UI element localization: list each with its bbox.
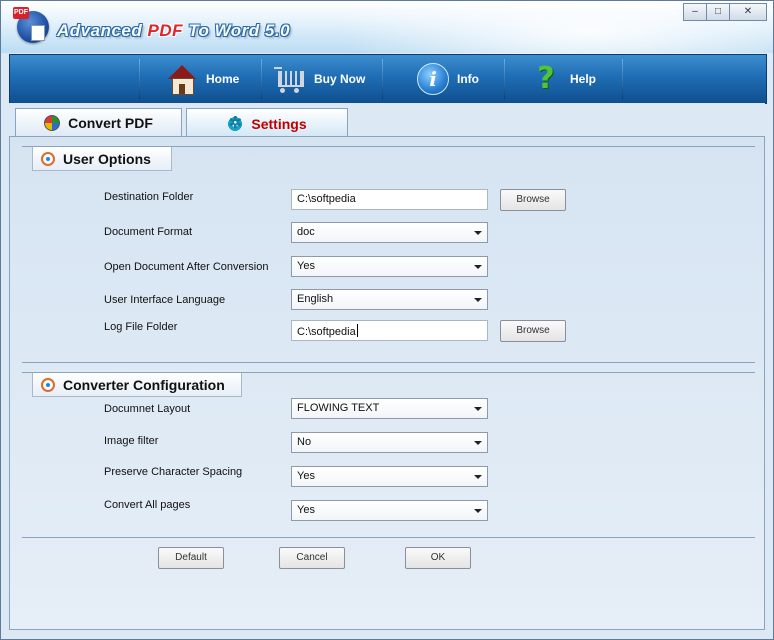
home-icon: [166, 63, 198, 95]
minimize-button[interactable]: –: [683, 3, 707, 21]
document-format-label: Document Format: [104, 226, 193, 238]
log-folder-value: C:\softpedia: [297, 326, 356, 338]
document-icon: [31, 25, 45, 41]
cart-wheel: [280, 88, 285, 93]
tab-convert-pdf-label: Convert PDF: [68, 115, 153, 131]
close-button[interactable]: ✕: [729, 3, 767, 21]
image-filter-select[interactable]: No: [291, 432, 488, 453]
toolbar-info-label: Info: [457, 72, 479, 86]
app-logo-icon: PDF: [13, 7, 49, 43]
all-pages-label: Convert All pages: [104, 499, 191, 511]
default-button[interactable]: Default: [158, 547, 224, 569]
document-format-value: doc: [297, 226, 315, 238]
toolbar-separator: [382, 59, 383, 99]
toolbar-separator: [261, 59, 262, 99]
ui-language-value: English: [297, 293, 334, 305]
tab-settings-label: Settings: [251, 115, 307, 132]
open-after-label: Open Document After Conversion: [104, 261, 269, 273]
user-options-header: User Options: [32, 147, 172, 171]
char-spacing-value: Yes: [297, 470, 315, 482]
document-layout-value: FLOWING TEXT: [297, 402, 380, 414]
log-browse-button[interactable]: Browse: [500, 320, 566, 342]
toolbar-home-button[interactable]: Home: [166, 55, 239, 103]
home-icon-roof: [168, 65, 196, 79]
settings-icon: ✲: [227, 114, 244, 132]
ui-language-select[interactable]: English: [291, 289, 488, 310]
title-prefix: Advanced: [57, 21, 148, 40]
chevron-down-icon: [474, 475, 482, 479]
main-toolbar: Home Buy Now i Info ? Help: [9, 54, 767, 104]
window-controls: – □ ✕: [683, 3, 767, 21]
document-layout-label: Documnet Layout: [104, 403, 191, 415]
ui-language-label: User Interface Language: [104, 294, 226, 306]
image-filter-value: No: [297, 436, 312, 448]
document-layout-select[interactable]: FLOWING TEXT: [291, 398, 488, 419]
app-window: PDF Advanced PDF To Word 5.0 – □ ✕ Home: [0, 0, 774, 640]
chevron-down-icon: [474, 441, 482, 445]
chevron-down-icon: [474, 265, 482, 269]
pdf-badge: PDF: [13, 7, 29, 19]
all-pages-select[interactable]: Yes: [291, 500, 488, 521]
options-icon: [41, 377, 55, 392]
toolbar-buy-now-button[interactable]: Buy Now: [274, 55, 365, 103]
tab-settings[interactable]: ✲ Settings: [186, 108, 348, 138]
destination-folder-input[interactable]: C:\softpedia: [291, 189, 488, 210]
cart-handle: [274, 67, 282, 69]
toolbar-info-button[interactable]: i Info: [417, 55, 479, 103]
shopping-cart-icon: [274, 63, 306, 95]
destination-folder-value: C:\softpedia: [297, 193, 356, 205]
info-icon: i: [417, 63, 449, 95]
chevron-down-icon: [474, 407, 482, 411]
document-format-select[interactable]: doc: [291, 222, 488, 243]
toolbar-buy-now-label: Buy Now: [314, 72, 366, 86]
tab-convert-pdf[interactable]: Convert PDF: [15, 108, 182, 137]
converter-configuration-title: Converter Configuration: [63, 376, 225, 393]
log-folder-label: Log File Folder: [104, 321, 178, 333]
open-after-select[interactable]: Yes: [291, 256, 488, 277]
convert-icon: [44, 115, 61, 131]
title-suffix: To Word 5.0: [182, 21, 291, 40]
open-after-value: Yes: [297, 260, 315, 272]
ok-button[interactable]: OK: [405, 547, 471, 569]
char-spacing-label: Preserve Character Spacing: [104, 466, 243, 478]
toolbar-separator: [139, 59, 140, 99]
help-icon: ?: [537, 61, 555, 96]
user-options-group: User Options Destination Folder C:\softp…: [22, 146, 755, 363]
tab-strip: Convert PDF ✲ Settings: [9, 103, 765, 138]
log-folder-input[interactable]: C:\softpedia: [291, 320, 488, 341]
chevron-down-icon: [474, 231, 482, 235]
user-options-title: User Options: [63, 150, 151, 167]
converter-configuration-header: Converter Configuration: [32, 373, 242, 397]
toolbar-home-label: Home: [206, 72, 240, 86]
maximize-button[interactable]: □: [706, 3, 730, 21]
title-bar[interactable]: PDF Advanced PDF To Word 5.0 – □ ✕: [1, 1, 773, 91]
settings-panel: User Options Destination Folder C:\softp…: [9, 136, 765, 630]
char-spacing-select[interactable]: Yes: [291, 466, 488, 487]
chevron-down-icon: [474, 509, 482, 513]
app-title: Advanced PDF To Word 5.0: [57, 21, 290, 41]
destination-browse-button[interactable]: Browse: [500, 189, 566, 211]
converter-configuration-group: Converter Configuration Documnet Layout …: [22, 372, 755, 538]
options-icon: [41, 151, 55, 166]
destination-folder-label: Destination Folder: [104, 191, 194, 203]
all-pages-value: Yes: [297, 504, 315, 516]
toolbar-separator: [622, 59, 623, 99]
cancel-button[interactable]: Cancel: [279, 547, 345, 569]
toolbar-help-label: Help: [570, 72, 597, 86]
toolbar-help-button[interactable]: ? Help: [530, 55, 596, 103]
toolbar-separator: [504, 59, 505, 99]
title-pdf: PDF: [147, 21, 183, 40]
image-filter-label: Image filter: [104, 435, 159, 447]
text-cursor: [356, 324, 358, 337]
chevron-down-icon: [474, 298, 482, 302]
cart-basket: [278, 71, 304, 87]
cart-wheel: [294, 88, 299, 93]
home-icon-door: [179, 84, 185, 94]
